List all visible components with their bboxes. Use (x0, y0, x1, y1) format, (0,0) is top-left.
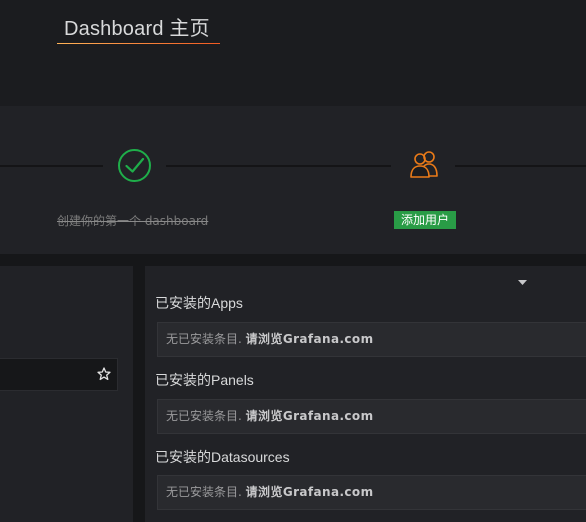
installed-datasources-empty: 无已安装条目. 请浏览Grafana.com (157, 475, 586, 510)
dashboards-panel (0, 266, 133, 522)
progress-track (455, 165, 586, 167)
empty-message: 无已安装条目. (166, 485, 246, 499)
page-title: Dashboard 主页 (64, 18, 210, 40)
browse-grafana-link[interactable]: 请浏览Grafana.com (246, 332, 374, 346)
star-icon[interactable] (97, 367, 111, 381)
empty-message: 无已安装条目. (166, 332, 246, 346)
installed-apps-empty: 无已安装条目. 请浏览Grafana.com (157, 322, 586, 357)
getting-started-progress: 创建你的第一个 dashboard 添加用户 (0, 106, 586, 254)
check-circle-icon (118, 149, 151, 182)
installed-panels-empty: 无已安装条目. 请浏览Grafana.com (157, 399, 586, 434)
users-icon (410, 151, 438, 178)
empty-message: 无已安装条目. (166, 409, 246, 423)
browse-grafana-link[interactable]: 请浏览Grafana.com (246, 409, 374, 423)
progress-track (166, 165, 391, 167)
dashboard-list-item[interactable] (0, 358, 118, 391)
progress-track (0, 165, 103, 167)
installed-apps-heading: 已安装的Apps (155, 295, 243, 311)
caret-down-icon[interactable] (518, 280, 527, 286)
title-underline (57, 43, 220, 44)
installed-panels-heading: 已安装的Panels (155, 372, 254, 388)
step-create-dashboard-label[interactable]: 创建你的第一个 dashboard (57, 212, 208, 229)
page-header: Dashboard 主页 (0, 0, 586, 106)
installed-datasources-heading: 已安装的Datasources (155, 449, 290, 465)
add-user-button[interactable]: 添加用户 (394, 211, 456, 229)
browse-grafana-link[interactable]: 请浏览Grafana.com (246, 485, 374, 499)
